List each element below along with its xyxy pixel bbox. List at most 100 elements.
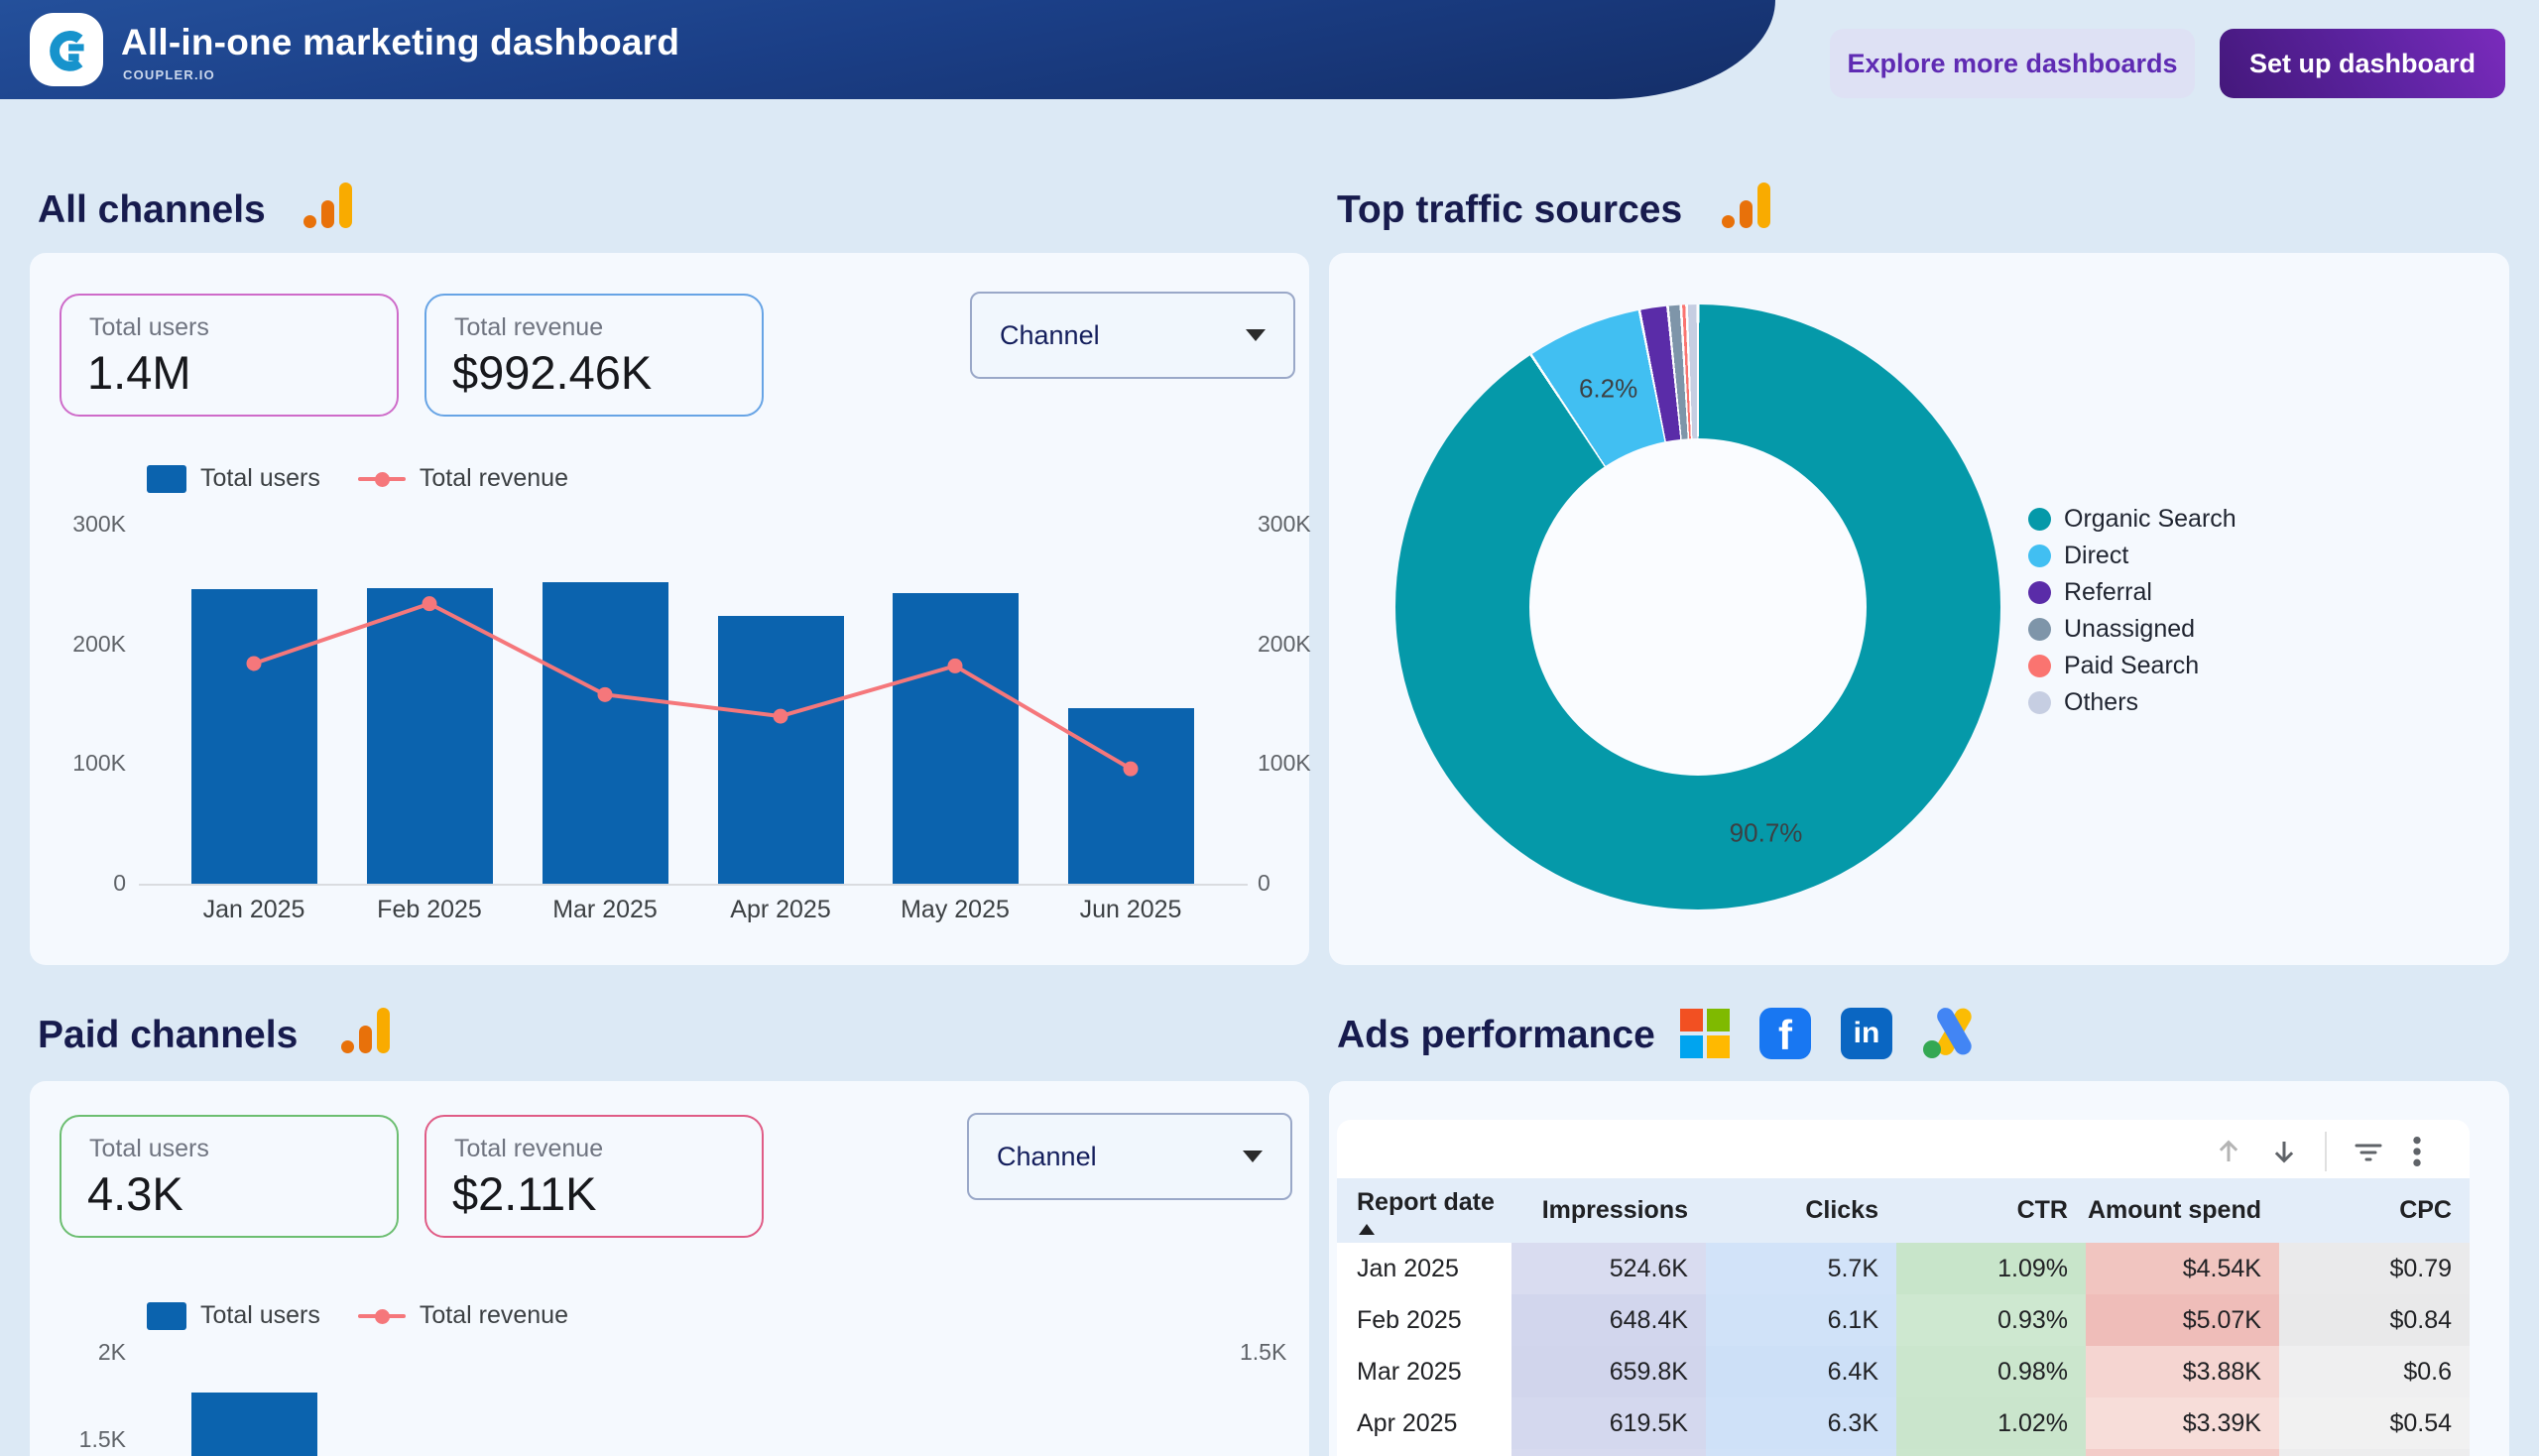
scorecard-value: $2.11K xyxy=(452,1166,596,1221)
legend-dot-icon xyxy=(2028,618,2051,641)
legend-label: Organic Search xyxy=(2064,505,2237,534)
paid-channels-title: Paid channels xyxy=(38,1014,298,1057)
column-header-amount-spend[interactable]: Amount spend xyxy=(2086,1178,2279,1243)
legend-label: Total users xyxy=(200,1301,320,1330)
table-cell: 524.6K xyxy=(1511,1243,1706,1294)
line-point[interactable] xyxy=(774,709,788,724)
y-axis-tick-left: 100K xyxy=(27,750,126,777)
facebook-ads-icon: f xyxy=(1759,1008,1811,1059)
table-cell: $0.84 xyxy=(2279,1294,2470,1346)
donut-legend: Organic Search Direct Referral Unassigned Pa… xyxy=(2028,501,2237,721)
table-partial-row-cell xyxy=(1337,1449,1511,1456)
more-options-icon[interactable] xyxy=(2410,1135,2424,1168)
coupler-logo xyxy=(30,13,103,86)
legend-dot-icon xyxy=(2028,581,2051,604)
table-cell: $0.54 xyxy=(2279,1397,2470,1449)
sort-up-icon[interactable] xyxy=(2214,1137,2243,1166)
microsoft-ads-icon xyxy=(1680,1009,1730,1058)
legend-dot-icon xyxy=(2028,508,2051,531)
legend-label: Paid Search xyxy=(2064,652,2199,680)
sort-ascending-icon xyxy=(1359,1224,1375,1235)
table-partial-row-cell xyxy=(1511,1449,1706,1456)
ads-performance-title: Ads performance xyxy=(1337,1014,1655,1057)
line-point[interactable] xyxy=(1124,762,1139,777)
scorecard-value: $992.46K xyxy=(452,345,652,400)
table-cell: 659.8K xyxy=(1511,1346,1706,1397)
total-revenue-line xyxy=(139,516,1289,912)
legend-bar-swatch xyxy=(147,1302,186,1330)
donut-legend-item[interactable]: Direct xyxy=(2028,538,2237,574)
table-cell: 619.5K xyxy=(1511,1397,1706,1449)
ads-platform-icons: f in xyxy=(1680,1008,1978,1059)
legend-label: Total users xyxy=(200,464,320,493)
paid-channel-filter-dropdown[interactable]: Channel xyxy=(967,1113,1292,1200)
table-partial-row-cell xyxy=(2086,1449,2279,1456)
dropdown-label: Channel xyxy=(1000,320,1100,351)
line-point[interactable] xyxy=(247,656,262,670)
column-header-cpc[interactable]: CPC xyxy=(2279,1178,2470,1243)
paid-chart-legend[interactable]: Total users Total revenue xyxy=(147,1301,568,1330)
scorecard-label: Total revenue xyxy=(454,313,603,342)
legend-label: Direct xyxy=(2064,542,2128,570)
donut-legend-item[interactable]: Paid Search xyxy=(2028,648,2237,684)
dropdown-label: Channel xyxy=(997,1142,1097,1172)
table-cell: 1.09% xyxy=(1896,1243,2086,1294)
y-axis-tick-left: 0 xyxy=(27,870,126,897)
legend-line-swatch xyxy=(358,465,406,493)
linkedin-ads-icon: in xyxy=(1841,1008,1892,1059)
table-row-date: Feb 2025 xyxy=(1337,1294,1511,1346)
filter-icon[interactable] xyxy=(2353,1136,2384,1167)
google-analytics-icon xyxy=(1722,182,1773,230)
donut-legend-item[interactable]: Referral xyxy=(2028,574,2237,611)
table-cell: $3.88K xyxy=(2086,1346,2279,1397)
column-header-clicks[interactable]: Clicks xyxy=(1706,1178,1896,1243)
scorecard-label: Total users xyxy=(89,313,209,342)
chevron-down-icon xyxy=(1243,1151,1263,1162)
donut-hole xyxy=(1529,438,1867,776)
toolbar-divider xyxy=(2325,1132,2327,1171)
y-axis-tick-left: 1.5K xyxy=(27,1426,126,1453)
paid-total-users-bar[interactable] xyxy=(191,1393,317,1456)
column-header-report-date[interactable]: Report date xyxy=(1337,1182,1511,1222)
table-row-date: Mar 2025 xyxy=(1337,1346,1511,1397)
google-analytics-icon xyxy=(303,182,355,230)
sort-down-icon[interactable] xyxy=(2269,1137,2299,1166)
channel-filter-dropdown[interactable]: Channel xyxy=(970,292,1295,379)
column-header-ctr[interactable]: CTR xyxy=(1896,1178,2086,1243)
table-cell: 6.1K xyxy=(1706,1294,1896,1346)
line-point[interactable] xyxy=(948,659,963,673)
top-traffic-sources-title: Top traffic sources xyxy=(1337,188,1682,232)
legend-label: Referral xyxy=(2064,578,2152,607)
legend-label: Total revenue xyxy=(420,1301,568,1330)
table-cell: 0.93% xyxy=(1896,1294,2086,1346)
chevron-down-icon xyxy=(1246,329,1266,341)
table-partial-row-cell xyxy=(1896,1449,2086,1456)
legend-dot-icon xyxy=(2028,655,2051,677)
brand-label: COUPLER.IO xyxy=(123,67,215,82)
line-point[interactable] xyxy=(598,687,613,702)
page-title: All-in-one marketing dashboard xyxy=(121,22,679,63)
slice-label: 90.7% xyxy=(1730,817,1803,848)
explore-more-dashboards-button[interactable]: Explore more dashboards xyxy=(1830,29,2195,98)
scorecard-value: 1.4M xyxy=(87,345,191,400)
scorecard-label: Total users xyxy=(89,1135,209,1163)
y-axis-tick-left: 300K xyxy=(27,511,126,538)
chart-legend[interactable]: Total users Total revenue xyxy=(147,464,568,493)
donut-legend-item[interactable]: Unassigned xyxy=(2028,611,2237,648)
set-up-dashboard-button[interactable]: Set up dashboard xyxy=(2220,29,2505,98)
legend-label: Unassigned xyxy=(2064,615,2195,644)
table-cell: $3.39K xyxy=(2086,1397,2279,1449)
legend-label: Total revenue xyxy=(420,464,568,493)
column-header-impressions[interactable]: Impressions xyxy=(1511,1178,1706,1243)
donut-legend-item[interactable]: Others xyxy=(2028,684,2237,721)
line-point[interactable] xyxy=(423,596,437,611)
donut-legend-item[interactable]: Organic Search xyxy=(2028,501,2237,538)
table-cell: 648.4K xyxy=(1511,1294,1706,1346)
table-cell: $0.79 xyxy=(2279,1243,2470,1294)
total-revenue-scorecard: Total revenue $992.46K xyxy=(424,294,764,417)
paid-total-revenue-scorecard: Total revenue $2.11K xyxy=(424,1115,764,1238)
all-channels-title: All channels xyxy=(38,188,266,232)
table-cell: $4.54K xyxy=(2086,1243,2279,1294)
y-axis-tick-left: 200K xyxy=(27,631,126,658)
legend-bar-swatch xyxy=(147,465,186,493)
